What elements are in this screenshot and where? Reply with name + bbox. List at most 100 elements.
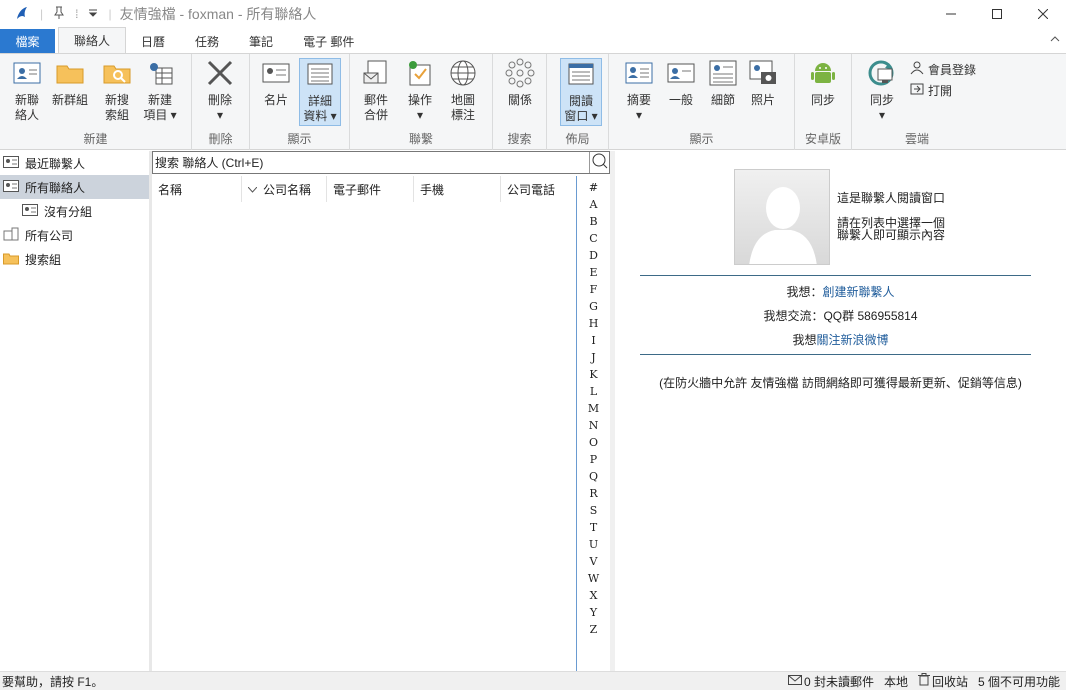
alpha-index-letter[interactable]: N bbox=[589, 417, 599, 434]
delete-text: 刪除 bbox=[207, 93, 232, 107]
alpha-index-letter[interactable]: O bbox=[589, 434, 598, 451]
alpha-index-letter[interactable]: G bbox=[589, 298, 598, 315]
column-header-label: 電子郵件 bbox=[333, 182, 382, 197]
alpha-index-letter[interactable]: K bbox=[589, 366, 597, 383]
alpha-index-letter[interactable]: D bbox=[589, 247, 598, 264]
map-button[interactable]: 地圖 標注 bbox=[443, 58, 483, 123]
member-login-button[interactable]: 會員登錄 bbox=[910, 61, 976, 78]
column-header-name[interactable]: 名稱 bbox=[152, 176, 242, 202]
column-header-email[interactable]: 電子郵件 bbox=[327, 176, 414, 202]
create-contact-prefix: 我想： bbox=[786, 285, 823, 299]
alpha-index-letter[interactable]: F bbox=[590, 281, 598, 298]
contact-list[interactable] bbox=[152, 202, 576, 671]
mail-merge-button[interactable]: 郵件 合併 bbox=[356, 58, 396, 123]
new-search-group-button[interactable]: 新搜 索組 bbox=[97, 58, 137, 123]
new-item-button[interactable]: 新建 項目 ▾ bbox=[140, 58, 180, 123]
detail2-button[interactable]: 細節 bbox=[703, 58, 743, 108]
ribbon: 新聯 絡人 新群組 新搜 索組 新建 項目 ▾ 新建 刪除 ▾ 刪除 名片 詳細… bbox=[0, 54, 1066, 150]
tab-calendar[interactable]: 日曆 bbox=[126, 29, 180, 53]
alpha-index-letter[interactable]: Q bbox=[589, 468, 598, 485]
unavailable-features-status[interactable]: 5 個不可用功能 bbox=[978, 673, 1060, 690]
customize-quick-access-icon[interactable] bbox=[88, 7, 98, 21]
cloud-sync-button[interactable]: 同步 ▾ bbox=[862, 58, 902, 123]
detail-view-button[interactable]: 詳細 資料 ▾ bbox=[299, 58, 341, 126]
tab-contacts[interactable]: 聯絡人 bbox=[58, 27, 127, 53]
weibo-prefix: 我想 bbox=[792, 333, 817, 347]
unread-mail-status[interactable]: 0 封未讀郵件 bbox=[787, 673, 874, 690]
photo-button[interactable]: 照片 bbox=[743, 58, 783, 108]
alpha-index-letter[interactable]: E bbox=[589, 264, 597, 281]
create-contact-link[interactable]: 創建新聯繫人 bbox=[823, 285, 895, 299]
alpha-index-letter[interactable]: W bbox=[588, 570, 599, 587]
nav-item-recent-contacts[interactable]: 最近聯繫人 bbox=[0, 151, 149, 175]
column-header-company[interactable]: 公司名稱 bbox=[242, 176, 327, 202]
alpha-index-letter[interactable]: I bbox=[591, 332, 595, 349]
alpha-index-letter[interactable]: P bbox=[590, 451, 597, 468]
action-button[interactable]: 操作 ▾ bbox=[400, 58, 440, 123]
quick-access-bar-icon[interactable]: ⁞ bbox=[75, 7, 78, 21]
tab-email[interactable]: 電子 郵件 bbox=[288, 29, 369, 53]
close-button[interactable] bbox=[1020, 0, 1066, 28]
alpha-index-letter[interactable]: X bbox=[590, 587, 598, 604]
nav-item-all-companies[interactable]: 所有公司 bbox=[0, 223, 149, 247]
navigation-pane: 最近聯繫人 所有聯絡人 沒有分組 所有公司 搜索組 bbox=[0, 151, 149, 671]
nav-item-no-group[interactable]: 沒有分組 bbox=[0, 199, 149, 223]
tab-tasks[interactable]: 任務 bbox=[180, 29, 234, 53]
nav-item-all-contacts[interactable]: 所有聯絡人 bbox=[0, 175, 149, 199]
relation-button[interactable]: 關係 bbox=[500, 58, 540, 108]
minimize-button[interactable] bbox=[928, 0, 974, 28]
card-view-button[interactable]: 名片 bbox=[256, 58, 296, 108]
nav-item-label: 沒有分組 bbox=[44, 204, 93, 219]
alpha-index-letter[interactable]: U bbox=[589, 536, 598, 553]
alpha-index-letter[interactable]: Z bbox=[590, 621, 598, 638]
android-sync-button[interactable]: 同步 bbox=[803, 58, 843, 108]
group-contact: 郵件 合併 操作 ▾ 地圖 標注 聯繫 bbox=[350, 54, 493, 150]
mail-merge-icon bbox=[361, 58, 391, 88]
alpha-index-letter[interactable]: S bbox=[590, 502, 598, 519]
nav-item-label: 搜索組 bbox=[25, 252, 62, 267]
alpha-index-letter[interactable]: H bbox=[589, 315, 599, 332]
dropdown-arrow-icon: ▾ bbox=[635, 108, 642, 122]
alpha-index-letter[interactable]: R bbox=[589, 485, 597, 502]
pin-icon[interactable] bbox=[53, 6, 65, 23]
detail-list-icon bbox=[305, 59, 335, 89]
column-header-mobile[interactable]: 手機 bbox=[414, 176, 501, 202]
dropdown-arrow-icon: ▾ bbox=[216, 108, 223, 122]
summary-button[interactable]: 摘要 ▾ bbox=[619, 58, 659, 123]
alpha-index-letter[interactable]: C bbox=[589, 230, 597, 247]
alpha-index-letter[interactable]: L bbox=[590, 383, 597, 400]
action-label: 操作 ▾ bbox=[408, 93, 432, 123]
search-input[interactable]: 搜索 聯絡人 (Ctrl+E) bbox=[152, 151, 610, 174]
reading-heading: 這是聯繫人閱讀窗口 bbox=[837, 191, 946, 205]
alpha-index-letter[interactable]: A bbox=[590, 196, 598, 213]
contact-card-icon bbox=[3, 155, 19, 172]
ribbon-tabs: 檔案 聯絡人 日曆 任務 筆記 電子 郵件 bbox=[0, 27, 1066, 54]
action-icon bbox=[405, 58, 435, 88]
group-android: 同步 安卓版 bbox=[795, 54, 852, 150]
alpha-index-letter[interactable]: M bbox=[588, 400, 599, 417]
mail-envelope-icon bbox=[787, 674, 802, 688]
open-button[interactable]: 打開 bbox=[910, 82, 952, 99]
alpha-index-letter[interactable]: # bbox=[589, 179, 598, 196]
delete-button[interactable]: 刪除 ▾ bbox=[200, 58, 240, 123]
new-group-button[interactable]: 新群組 bbox=[50, 58, 90, 108]
general-button[interactable]: 一般 bbox=[661, 58, 701, 108]
person-silhouette-icon bbox=[735, 170, 829, 264]
alpha-index-letter[interactable]: Y bbox=[590, 604, 597, 621]
alpha-index-letter[interactable]: V bbox=[590, 553, 598, 570]
tab-file[interactable]: 檔案 bbox=[0, 29, 55, 53]
recycle-bin-status[interactable]: 回收站 bbox=[917, 673, 968, 690]
new-contact-button[interactable]: 新聯 絡人 bbox=[7, 58, 47, 123]
alpha-index-letter[interactable]: T bbox=[590, 519, 597, 536]
tab-notes[interactable]: 筆記 bbox=[234, 29, 288, 53]
alpha-index-letter[interactable]: B bbox=[589, 213, 597, 230]
collapse-ribbon-icon[interactable] bbox=[1050, 33, 1060, 45]
reading-window-button[interactable]: 閱讀 窗口 ▾ bbox=[560, 58, 602, 126]
alpha-index-letter[interactable]: J bbox=[591, 349, 595, 366]
nav-item-search-group[interactable]: 搜索組 bbox=[0, 247, 149, 271]
general-card-icon bbox=[666, 58, 696, 88]
search-button[interactable] bbox=[589, 152, 609, 173]
follow-weibo-link[interactable]: 關注新浪微博 bbox=[817, 333, 889, 347]
maximize-button[interactable] bbox=[974, 0, 1020, 28]
column-header-office-phone[interactable]: 公司電話 bbox=[501, 176, 576, 202]
